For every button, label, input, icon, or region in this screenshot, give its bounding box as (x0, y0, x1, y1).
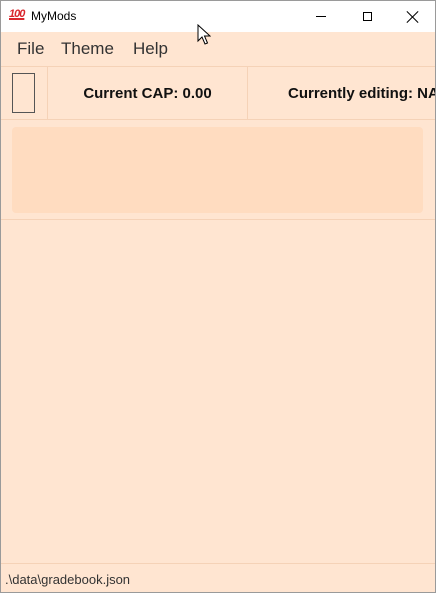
main-content-area (1, 220, 435, 562)
maximize-button[interactable] (344, 1, 390, 32)
command-input-panel[interactable] (12, 127, 423, 213)
menu-theme[interactable]: Theme (61, 39, 114, 59)
menu-file[interactable]: File (17, 39, 44, 59)
maximize-icon (362, 12, 372, 21)
window-title: MyMods (31, 9, 77, 23)
mouse-pointer-icon (197, 24, 211, 45)
menu-help[interactable]: Help (133, 39, 168, 59)
module-toggle-button[interactable] (12, 73, 35, 113)
toolbar-divider (247, 67, 248, 119)
info-toolbar: Current CAP: 0.00 Currently editing: NA (1, 66, 435, 120)
minimize-button[interactable] (298, 1, 344, 32)
status-bar: .\data\gradebook.json (1, 563, 435, 592)
current-cap-label: Current CAP: 0.00 (83, 84, 212, 102)
close-icon (407, 11, 419, 23)
app-window: 100 MyMods File Theme Help Current CAP: … (0, 0, 436, 593)
currently-editing-label: Currently editing: NA (288, 85, 436, 102)
title-bar[interactable]: 100 MyMods (1, 1, 435, 32)
close-button[interactable] (390, 1, 435, 32)
minimize-icon (316, 16, 326, 17)
command-panel-area (1, 120, 435, 220)
menu-bar: File Theme Help (1, 32, 435, 66)
save-file-path: .\data\gradebook.json (5, 572, 131, 587)
app-hundred-points-icon: 100 (9, 8, 25, 20)
